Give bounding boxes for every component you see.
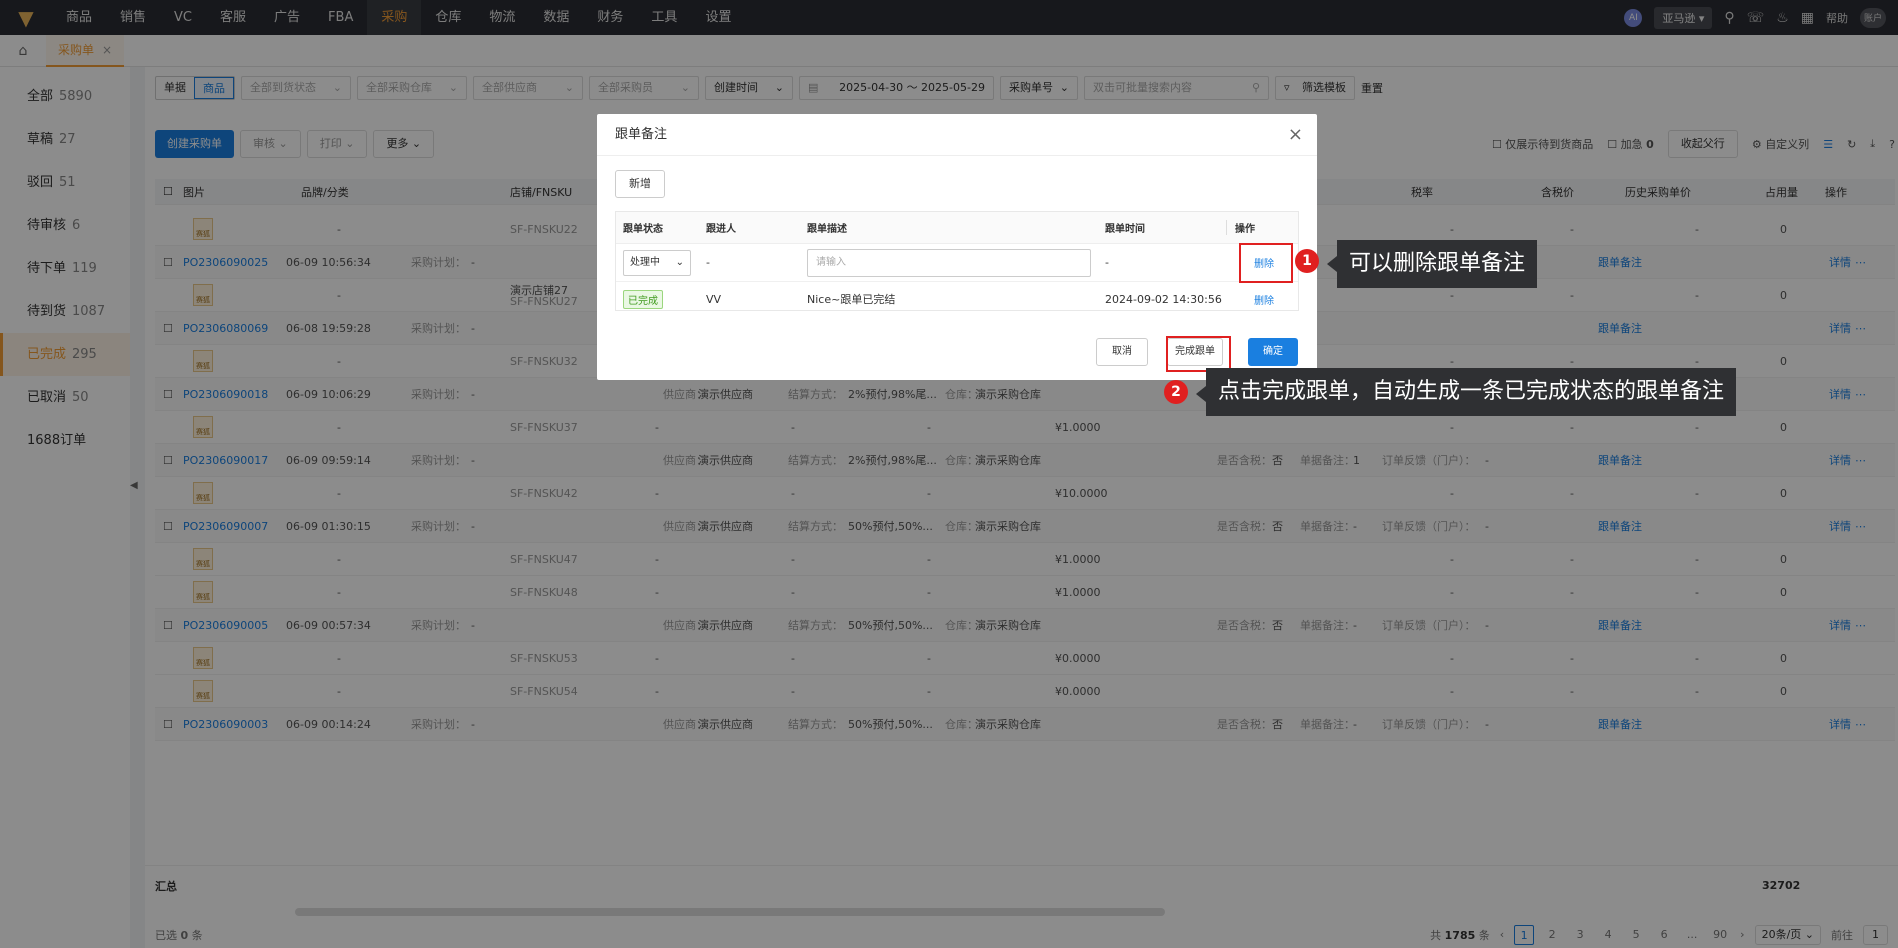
row1-person: - bbox=[706, 256, 710, 269]
highlight-delete bbox=[1239, 243, 1293, 283]
col-person: 跟进人 bbox=[706, 224, 736, 235]
note-row-editing: 处理中 ⌄ - 请输入 - 删除 bbox=[616, 244, 1298, 282]
row1-time: - bbox=[1105, 256, 1109, 269]
delete-link[interactable]: 删除 bbox=[1254, 292, 1274, 307]
modal-title: 跟单备注 bbox=[597, 114, 1317, 156]
status-select-label: 处理中 bbox=[630, 256, 660, 268]
status-badge: 已完成 bbox=[623, 289, 663, 309]
col-desc: 跟单描述 bbox=[807, 224, 847, 235]
close-icon[interactable]: × bbox=[1288, 124, 1303, 145]
row2-person: VV bbox=[706, 292, 722, 306]
note-table: 跟单状态 跟进人 跟单描述 跟单时间 操作 处理中 ⌄ - 请输入 - 删除 已完… bbox=[615, 211, 1299, 311]
tip-2-arrow bbox=[1196, 386, 1206, 402]
highlight-complete bbox=[1166, 336, 1231, 372]
cancel-button[interactable]: 取消 bbox=[1096, 338, 1148, 366]
ok-button[interactable]: 确定 bbox=[1248, 338, 1298, 366]
col-operation: 操作 bbox=[1226, 220, 1255, 235]
col-time: 跟单时间 bbox=[1105, 224, 1145, 235]
row2-time: 2024-09-02 14:30:56 bbox=[1105, 292, 1222, 306]
status-select[interactable]: 处理中 ⌄ bbox=[623, 249, 691, 276]
tip-1: 可以删除跟单备注 bbox=[1337, 240, 1538, 288]
note-row-done: 已完成 VV Nice~跟单已完结 2024-09-02 14:30:56 删除 bbox=[616, 282, 1298, 316]
note-table-header: 跟单状态 跟进人 跟单描述 跟单时间 操作 bbox=[616, 212, 1298, 244]
tip-1-arrow bbox=[1327, 256, 1337, 272]
tip-2: 点击完成跟单，自动生成一条已完成状态的跟单备注 bbox=[1206, 368, 1737, 416]
desc-placeholder: 请输入 bbox=[816, 256, 846, 268]
add-note-button[interactable]: 新增 bbox=[615, 170, 665, 198]
chevron-down-icon: ⌄ bbox=[675, 256, 684, 268]
step-2-badge: 2 bbox=[1164, 380, 1188, 404]
col-status: 跟单状态 bbox=[623, 224, 663, 235]
step-1-badge: 1 bbox=[1295, 249, 1319, 273]
desc-input[interactable]: 请输入 bbox=[807, 248, 1091, 277]
row2-desc: Nice~跟单已完结 bbox=[807, 293, 896, 306]
